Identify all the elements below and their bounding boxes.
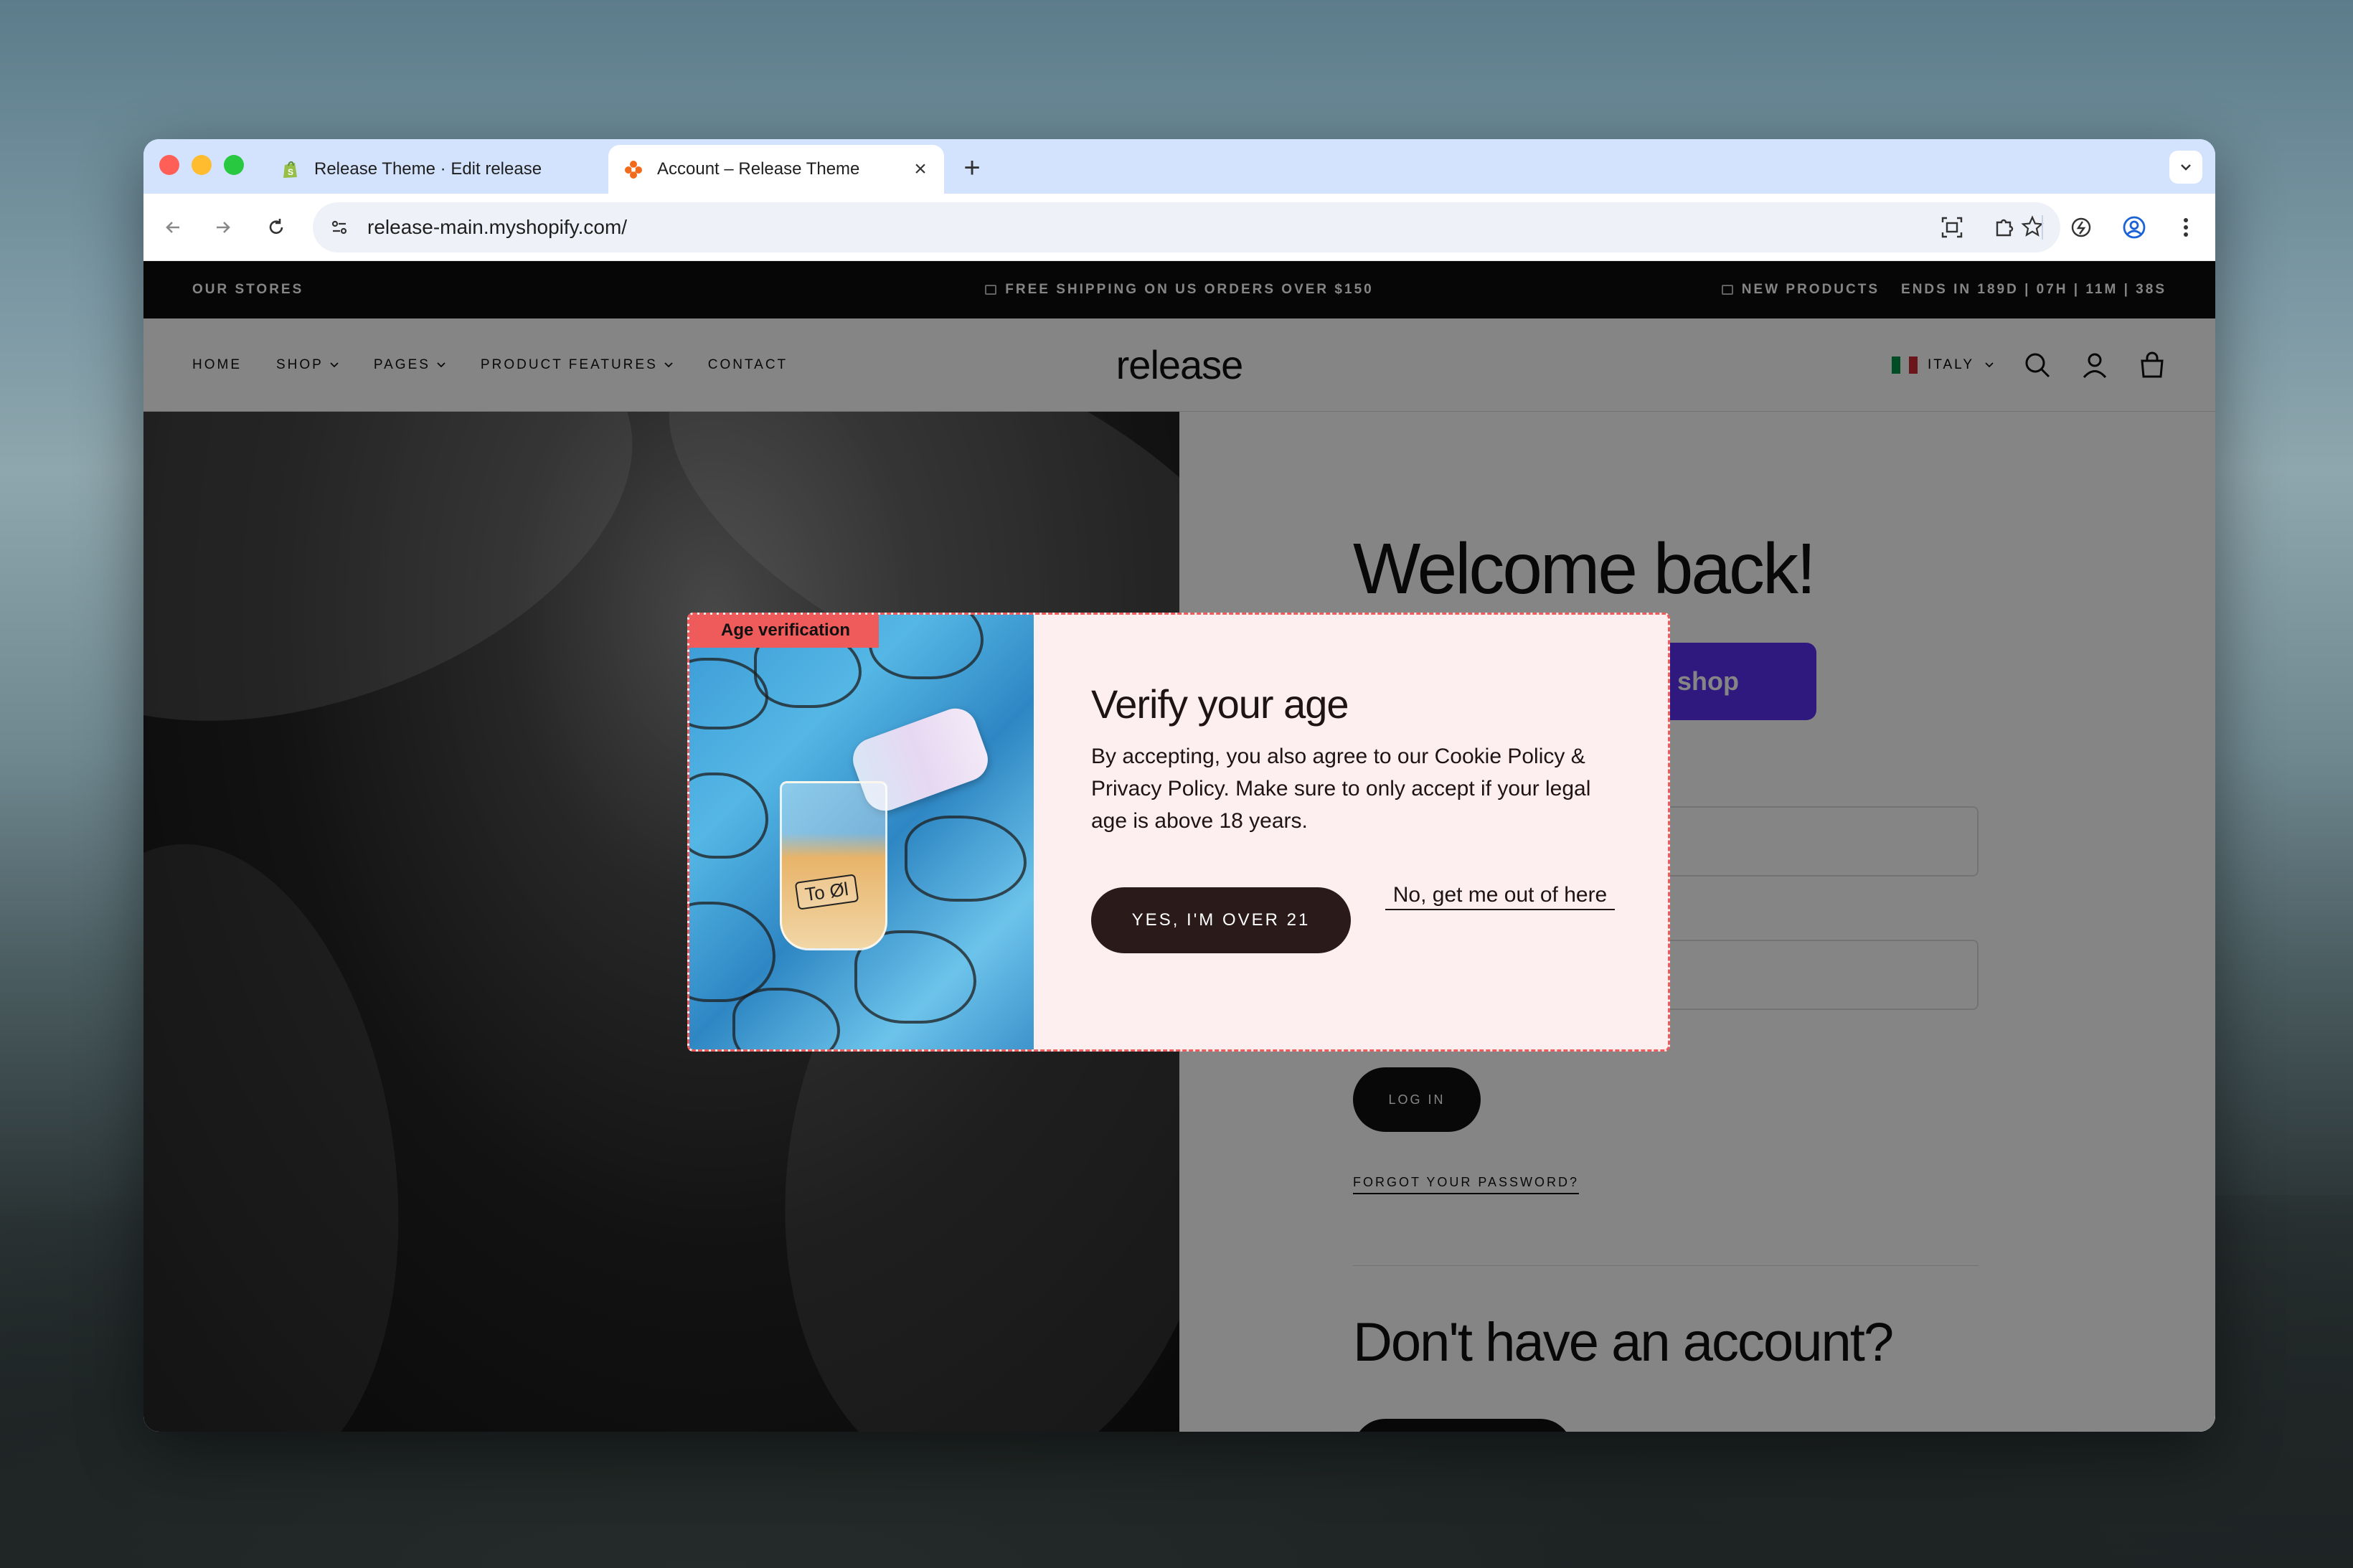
browser-window: S Release Theme · Edit release × Account… [143, 139, 2215, 1432]
reload-icon [269, 219, 283, 234]
screenshot-button[interactable] [1934, 209, 1970, 245]
minimize-window-button[interactable] [192, 155, 212, 175]
release-favicon-icon [625, 161, 642, 179]
shopify-icon: S [283, 161, 297, 178]
cup-label: To Øl [794, 874, 859, 910]
tab-title: Account – Release Theme [657, 159, 860, 179]
forward-arrow-icon [217, 222, 230, 233]
svg-text:S: S [288, 167, 293, 177]
maximize-window-button[interactable] [224, 155, 244, 175]
tab-search-button[interactable] [2169, 151, 2202, 184]
chevron-down-icon [2181, 164, 2191, 171]
profile-button[interactable] [2116, 209, 2152, 245]
url-text: release-main.myshopify.com/ [367, 216, 628, 238]
tab-account[interactable]: Account – Release Theme × [608, 145, 944, 194]
decline-age-link[interactable]: No, get me out of here [1385, 883, 1615, 910]
puzzle-icon [1996, 219, 2014, 237]
close-window-button[interactable] [159, 155, 179, 175]
modal-description: By accepting, you also agree to our Cook… [1091, 745, 1591, 833]
new-tab-button[interactable]: + [954, 151, 990, 186]
performance-button[interactable] [2063, 209, 2099, 245]
close-tab-icon[interactable]: × [910, 157, 931, 181]
address-bar[interactable]: release-main.myshopify.com/ [313, 202, 2060, 252]
more-vertical-icon [2184, 218, 2188, 237]
age-verification-badge: Age verification [689, 615, 880, 648]
extensions-button[interactable] [1987, 209, 2023, 245]
speedometer-icon [2071, 217, 2091, 237]
tab-strip: S Release Theme · Edit release × Account… [143, 139, 2215, 194]
bookmark-star-icon[interactable] [2020, 214, 2045, 239]
glass-cup: To Øl [780, 781, 887, 950]
toolbar-separator [2042, 215, 2043, 240]
modal-content: Verify your age By accepting, you also a… [1091, 681, 1622, 837]
capture-icon [1941, 217, 1963, 238]
modal-product-image: To Øl [689, 615, 1034, 1049]
forward-button[interactable] [205, 209, 241, 245]
browser-toolbar: release-main.myshopify.com/ [143, 194, 2215, 261]
back-button[interactable] [155, 209, 191, 245]
profile-avatar-icon [2123, 216, 2146, 239]
browser-menu-button[interactable] [2168, 209, 2204, 245]
web-page: OUR STORES FREE SHIPPING ON US ORDERS OV… [143, 261, 2215, 1432]
back-arrow-icon [166, 222, 179, 233]
modal-title: Verify your age [1091, 681, 1349, 727]
reload-button[interactable] [258, 209, 294, 245]
window-controls [159, 155, 244, 175]
site-info-icon[interactable] [329, 217, 350, 238]
accept-age-button[interactable]: YES, I'M OVER 21 [1091, 887, 1351, 953]
age-verification-modal: To Øl Age verification Verify your age B… [687, 613, 1670, 1052]
